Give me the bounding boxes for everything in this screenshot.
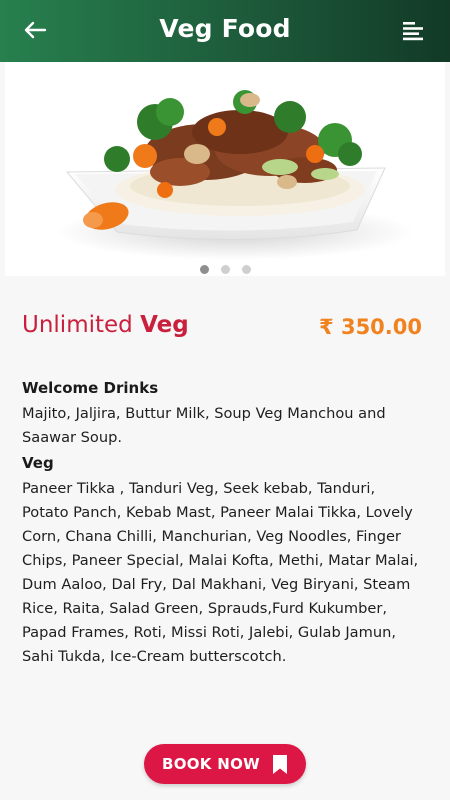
food-plate-image: [55, 90, 415, 260]
bookmark-icon: [273, 754, 288, 774]
dish-price: ₹ 350.00: [319, 315, 422, 339]
dish-name: Unlimited Veg: [22, 312, 189, 338]
book-now-button[interactable]: BOOK NOW: [144, 744, 306, 784]
section-text-welcome-drinks: Majito, Jaljira, Buttur Milk, Soup Veg M…: [22, 405, 386, 446]
food-image-carousel[interactable]: [5, 62, 445, 276]
menu-lines-icon: [403, 22, 423, 41]
carousel-dot-1[interactable]: [199, 265, 209, 274]
section-title-veg: Veg: [22, 454, 54, 472]
dish-name-prefix: Unlimited: [22, 312, 141, 338]
book-now-label: BOOK NOW: [161, 755, 261, 773]
carousel-dot-2[interactable]: [220, 265, 230, 274]
menu-button[interactable]: [398, 16, 428, 46]
dish-name-emphasis: Veg: [140, 312, 189, 338]
carousel-dot-3[interactable]: [241, 265, 251, 274]
page-title: Veg Food: [159, 14, 291, 43]
carousel-indicator: [0, 259, 450, 278]
section-title-welcome-drinks: Welcome Drinks: [22, 379, 159, 397]
app-bar: Veg Food: [0, 0, 450, 62]
section-text-veg: Paneer Tikka , Tanduri Veg, Seek kebab, …: [22, 480, 419, 665]
